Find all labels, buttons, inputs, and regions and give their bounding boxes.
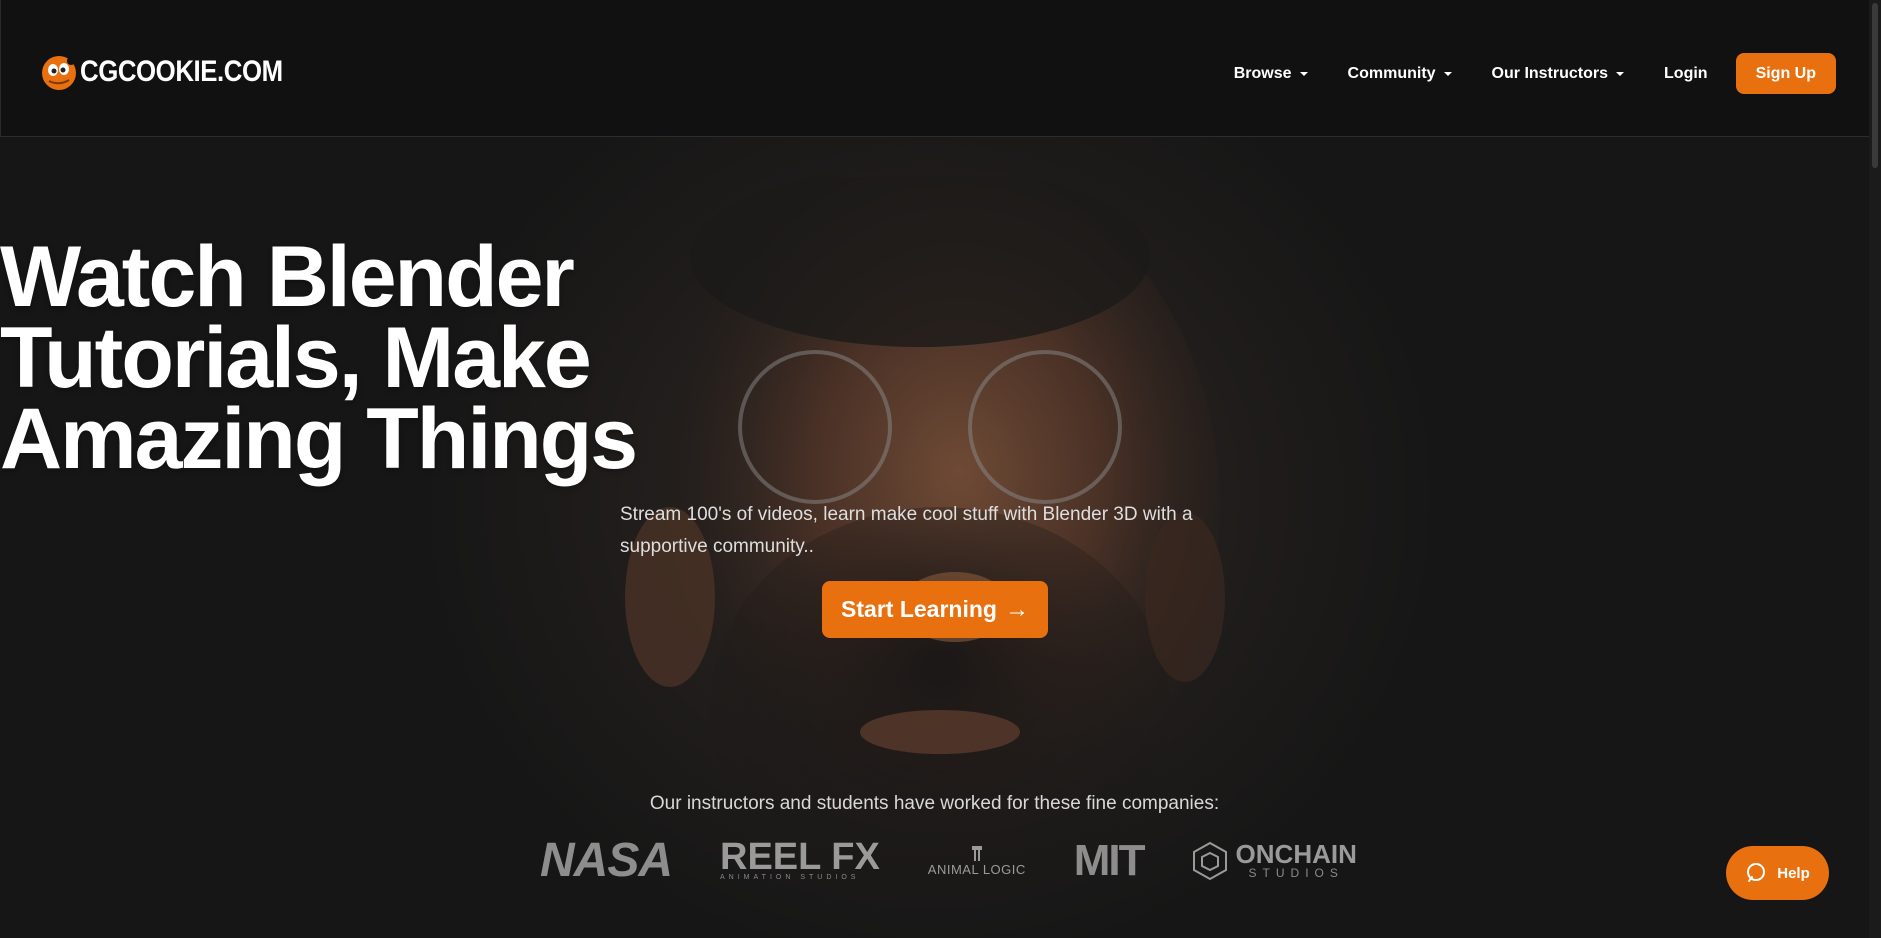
logo-text: CGCOOKIE.COM	[80, 55, 283, 88]
headline-line: Amazing Things	[0, 391, 638, 487]
nav-login[interactable]: Login	[1664, 65, 1708, 83]
main-nav: Browse Community Our Instructors Login S…	[1194, 53, 1836, 94]
nasa-logo: NASA	[540, 834, 673, 887]
help-label: Help	[1777, 864, 1810, 882]
hero-subtitle: Stream 100's of videos, learn make cool …	[620, 499, 1250, 563]
nav-instructors-label: Our Instructors	[1491, 64, 1609, 82]
reel-fx-logo: REEL FX ANIMATION STUDIOS	[720, 836, 880, 881]
hexagon-cube-icon	[1192, 841, 1227, 880]
page-scrollbar[interactable]	[1869, 0, 1881, 938]
help-button[interactable]: Help	[1726, 846, 1829, 900]
cta-label: Start Learning	[841, 596, 997, 622]
company-logos: NASA REEL FX ANIMATION STUDIOS ANIMAL LO…	[540, 833, 1405, 888]
mit-logo: MIT	[1073, 835, 1146, 885]
nav-browse[interactable]: Browse	[1234, 65, 1308, 83]
companies-title: Our instructors and students have worked…	[649, 793, 1220, 814]
site-logo[interactable]: CGCOOKIE.COM	[39, 52, 316, 92]
chevron-down-icon	[1443, 72, 1452, 76]
nav-browse-label: Browse	[1233, 64, 1292, 82]
start-learning-button[interactable]: Start Learning →	[822, 581, 1048, 638]
chevron-down-icon	[1616, 72, 1625, 76]
animal-logic-logo: ANIMAL LOGIC	[928, 844, 1026, 877]
arrow-right-icon: →	[1004, 595, 1029, 623]
headline-line: Tutorials, Make	[0, 310, 592, 406]
animal-logic-icon	[971, 846, 982, 861]
hero-section: Watch Blender Tutorials, Make Amazing Th…	[0, 137, 1869, 938]
site-header: CGCOOKIE.COM Browse Community Our Instru…	[0, 0, 1870, 137]
nav-login-label: Login	[1664, 64, 1708, 82]
nav-community[interactable]: Community	[1348, 65, 1452, 83]
nav-our-instructors[interactable]: Our Instructors	[1491, 64, 1625, 83]
scrollbar-thumb[interactable]	[1872, 3, 1878, 168]
chevron-down-icon	[1299, 72, 1308, 76]
hero-headline: Watch Blender Tutorials, Make Amazing Th…	[0, 229, 1869, 487]
chat-search-icon	[1747, 863, 1766, 882]
headline-line: Watch Blender	[0, 229, 575, 325]
onchain-studios-logo: ONCHAIN STUDIOS	[1192, 841, 1357, 881]
subtitle-line: supportive community..	[620, 536, 814, 557]
nav-community-label: Community	[1347, 64, 1436, 82]
sign-up-button[interactable]: Sign Up	[1735, 53, 1836, 94]
cgcookie-mascot-icon	[42, 56, 76, 90]
subtitle-line: Stream 100's of videos, learn make cool …	[620, 504, 1193, 525]
